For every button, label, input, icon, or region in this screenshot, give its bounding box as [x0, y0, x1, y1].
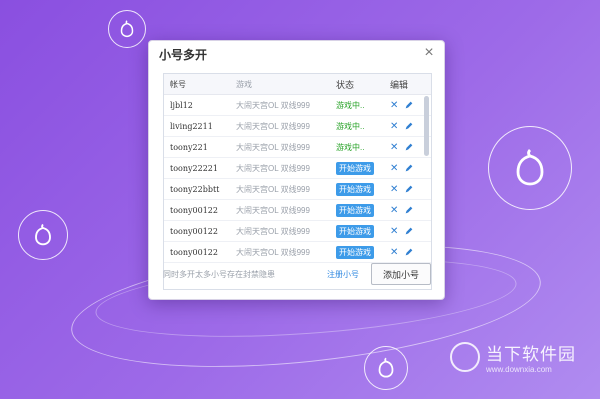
- row-game: 大闹天宫OL 双线999: [236, 226, 310, 236]
- row-game: 大闹天宫OL 双线999: [236, 163, 310, 173]
- start-game-button[interactable]: 开始游戏: [336, 161, 374, 175]
- delete-x-icon[interactable]: ✕: [390, 205, 398, 216]
- table-row: toony22221 大闹天宫OL 双线999 开始游戏 ✕: [164, 158, 431, 179]
- row-account: toony00122: [170, 226, 218, 236]
- column-header-status: 状态: [336, 79, 355, 90]
- row-edit-cell: ✕: [390, 163, 424, 174]
- dialog-titlebar: 小号多开 ×: [149, 41, 444, 67]
- row-status-cell: 开始游戏: [336, 182, 390, 196]
- column-header-edit: 编辑: [390, 79, 409, 90]
- ban-risk-note: 同时多开太多小号存在封禁隐患: [163, 270, 275, 279]
- edit-pencil-icon[interactable]: [404, 163, 414, 173]
- row-edit-cell: ✕: [390, 226, 424, 237]
- gourd-logo-icon: [364, 346, 408, 390]
- table-scrollbar[interactable]: [424, 96, 429, 156]
- watermark-url: www.downxia.com: [486, 365, 552, 374]
- row-status-cell: 游戏中..: [336, 100, 390, 111]
- edit-pencil-icon[interactable]: [404, 226, 414, 236]
- edit-pencil-icon[interactable]: [404, 247, 414, 257]
- site-watermark: 当下软件园 www.downxia.com: [450, 340, 576, 374]
- edit-pencil-icon[interactable]: [404, 205, 414, 215]
- start-game-button[interactable]: 开始游戏: [336, 224, 374, 238]
- add-account-button[interactable]: 添加小号: [371, 263, 431, 285]
- table-row: living2211 大闹天宫OL 双线999 游戏中.. ✕: [164, 116, 431, 137]
- row-status-cell: 开始游戏: [336, 224, 390, 238]
- start-game-button[interactable]: 开始游戏: [336, 245, 374, 259]
- row-game: 大闹天宫OL 双线999: [236, 247, 310, 257]
- row-status-cell: 游戏中..: [336, 121, 390, 132]
- row-edit-cell: ✕: [390, 184, 424, 195]
- delete-x-icon[interactable]: ✕: [390, 184, 398, 195]
- row-account: toony00122: [170, 247, 218, 257]
- row-edit-cell: ✕: [390, 247, 424, 258]
- row-edit-cell: ✕: [390, 121, 424, 132]
- table-header: 帐号 游戏 状态 编辑: [164, 74, 431, 95]
- column-header-account: 帐号: [170, 79, 186, 89]
- playing-status: 游戏中..: [336, 100, 365, 110]
- delete-x-icon[interactable]: ✕: [390, 247, 398, 258]
- gourd-logo-icon: [488, 126, 572, 210]
- gourd-logo-icon: [108, 10, 146, 48]
- delete-x-icon[interactable]: ✕: [390, 142, 398, 153]
- start-game-button[interactable]: 开始游戏: [336, 182, 374, 196]
- row-game: 大闹天宫OL 双线999: [236, 205, 310, 215]
- row-account: ljbl12: [170, 100, 193, 110]
- dialog-title: 小号多开: [159, 47, 208, 62]
- row-edit-cell: ✕: [390, 205, 424, 216]
- table-row: toony22bbtt 大闹天宫OL 双线999 开始游戏 ✕: [164, 179, 431, 200]
- row-account: toony00122: [170, 205, 218, 215]
- delete-x-icon[interactable]: ✕: [390, 121, 398, 132]
- playing-status: 游戏中..: [336, 121, 365, 131]
- playing-status: 游戏中..: [336, 142, 365, 152]
- row-account: toony22221: [170, 163, 218, 173]
- delete-x-icon[interactable]: ✕: [390, 163, 398, 174]
- edit-pencil-icon[interactable]: [404, 184, 414, 194]
- row-status-cell: 开始游戏: [336, 203, 390, 217]
- row-account: toony221: [170, 142, 208, 152]
- row-account: living2211: [170, 121, 213, 131]
- row-game: 大闹天宫OL 双线999: [236, 184, 310, 194]
- edit-pencil-icon[interactable]: [404, 142, 414, 152]
- delete-x-icon[interactable]: ✕: [390, 226, 398, 237]
- close-button[interactable]: ×: [420, 44, 438, 62]
- edit-pencil-icon[interactable]: [404, 121, 414, 131]
- table-row: ljbl12 大闹天宫OL 双线999 游戏中.. ✕: [164, 95, 431, 116]
- watermark-text-group: 当下软件园 www.downxia.com: [486, 340, 576, 374]
- row-account: toony22bbtt: [170, 184, 220, 194]
- account-table: 帐号 游戏 状态 编辑 ljbl12 大闹天宫OL 双线999 游戏中.. ✕ livi…: [163, 73, 432, 290]
- multi-account-dialog: 小号多开 × 帐号 游戏 状态 编辑 ljbl12 大闹天宫OL 双线999 游戏中…: [148, 40, 445, 300]
- row-edit-cell: ✕: [390, 100, 424, 111]
- edit-pencil-icon[interactable]: [404, 100, 414, 110]
- table-row: toony00122 大闹天宫OL 双线999 开始游戏 ✕: [164, 242, 431, 263]
- row-game: 大闹天宫OL 双线999: [236, 142, 310, 152]
- row-status-cell: 开始游戏: [336, 245, 390, 259]
- row-game: 大闹天宫OL 双线999: [236, 100, 310, 110]
- table-row: toony00122 大闹天宫OL 双线999 开始游戏 ✕: [164, 200, 431, 221]
- table-body: ljbl12 大闹天宫OL 双线999 游戏中.. ✕ living2211 大闹天宫OL…: [164, 95, 431, 263]
- watermark-title: 当下软件园: [486, 345, 576, 364]
- row-game: 大闹天宫OL 双线999: [236, 121, 310, 131]
- row-edit-cell: ✕: [390, 142, 424, 153]
- table-row: toony00122 大闹天宫OL 双线999 开始游戏 ✕: [164, 221, 431, 242]
- row-status-cell: 游戏中..: [336, 142, 390, 153]
- watermark-logo-icon: [450, 342, 480, 372]
- start-game-button[interactable]: 开始游戏: [336, 203, 374, 217]
- delete-x-icon[interactable]: ✕: [390, 100, 398, 111]
- register-account-link[interactable]: 注册小号: [327, 269, 359, 280]
- column-header-game: 游戏: [236, 79, 252, 89]
- table-row: toony221 大闹天宫OL 双线999 游戏中.. ✕: [164, 137, 431, 158]
- row-status-cell: 开始游戏: [336, 161, 390, 175]
- gourd-logo-icon: [18, 210, 68, 260]
